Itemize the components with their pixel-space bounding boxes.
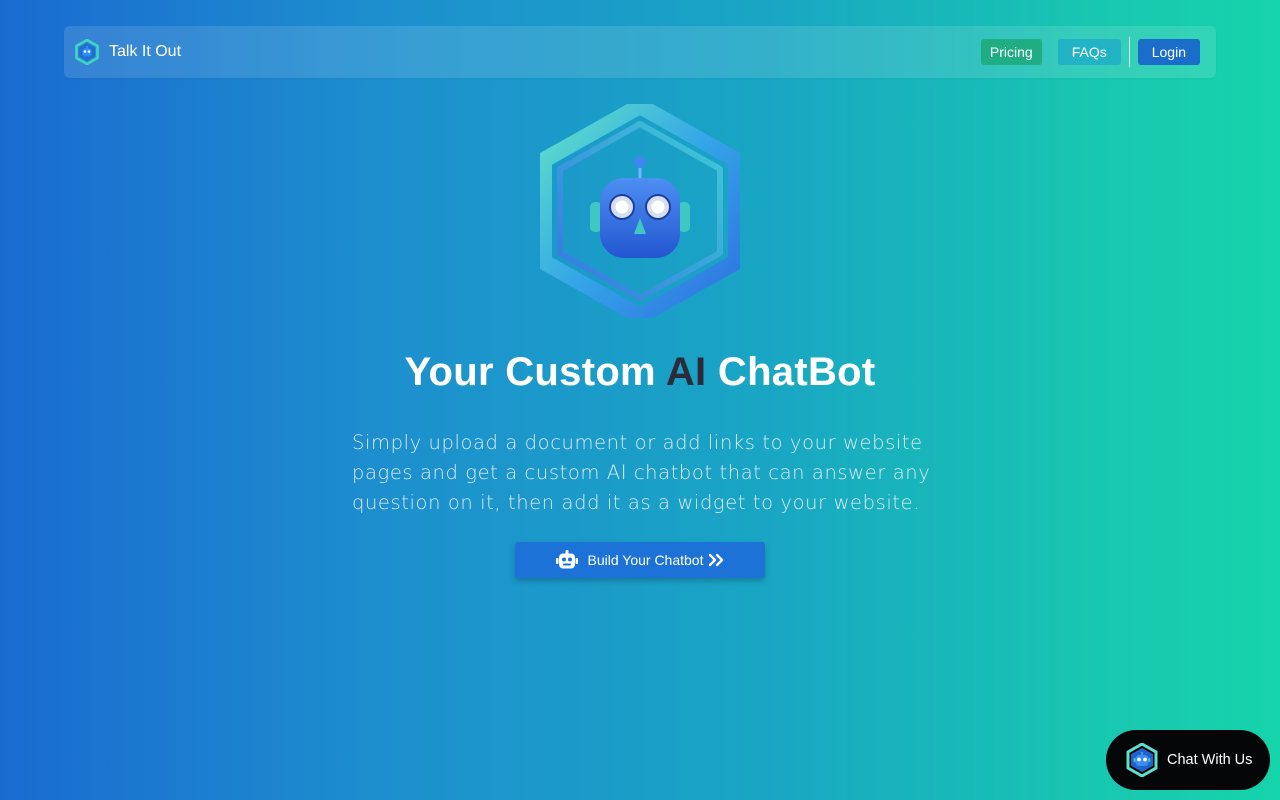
build-chatbot-label: Build Your Chatbot: [587, 552, 704, 568]
headline-part-2: ChatBot: [706, 350, 876, 394]
robot-icon: [555, 550, 578, 569]
top-navbar: Talk It Out Pricing FAQs Login: [64, 26, 1216, 78]
hero-headline: Your Custom AI ChatBot: [0, 350, 1280, 395]
brand-name: Talk It Out: [109, 43, 182, 60]
faqs-button[interactable]: FAQs: [1057, 39, 1121, 65]
hero-robot-logo-icon: [540, 104, 740, 318]
login-button[interactable]: Login: [1137, 39, 1200, 65]
hexagon-robot-logo-icon: [75, 39, 99, 65]
build-chatbot-button[interactable]: Build Your Chatbot: [515, 542, 765, 578]
hero-description: Simply upload a document or add links to…: [352, 431, 931, 514]
double-chevron-right-icon: [709, 553, 724, 567]
nav-actions: Pricing FAQs Login: [980, 37, 1200, 67]
chat-widget-label: Chat With Us: [1167, 752, 1253, 768]
chat-widget-button[interactable]: Chat With Us: [1106, 730, 1270, 790]
brand-link[interactable]: Talk It Out: [74, 38, 181, 66]
headline-part-1: Your Custom: [404, 350, 666, 394]
nav-divider: [1128, 37, 1130, 67]
headline-accent: AI: [665, 350, 707, 394]
pricing-button[interactable]: Pricing: [980, 39, 1042, 65]
chat-robot-logo-icon: [1126, 743, 1158, 777]
